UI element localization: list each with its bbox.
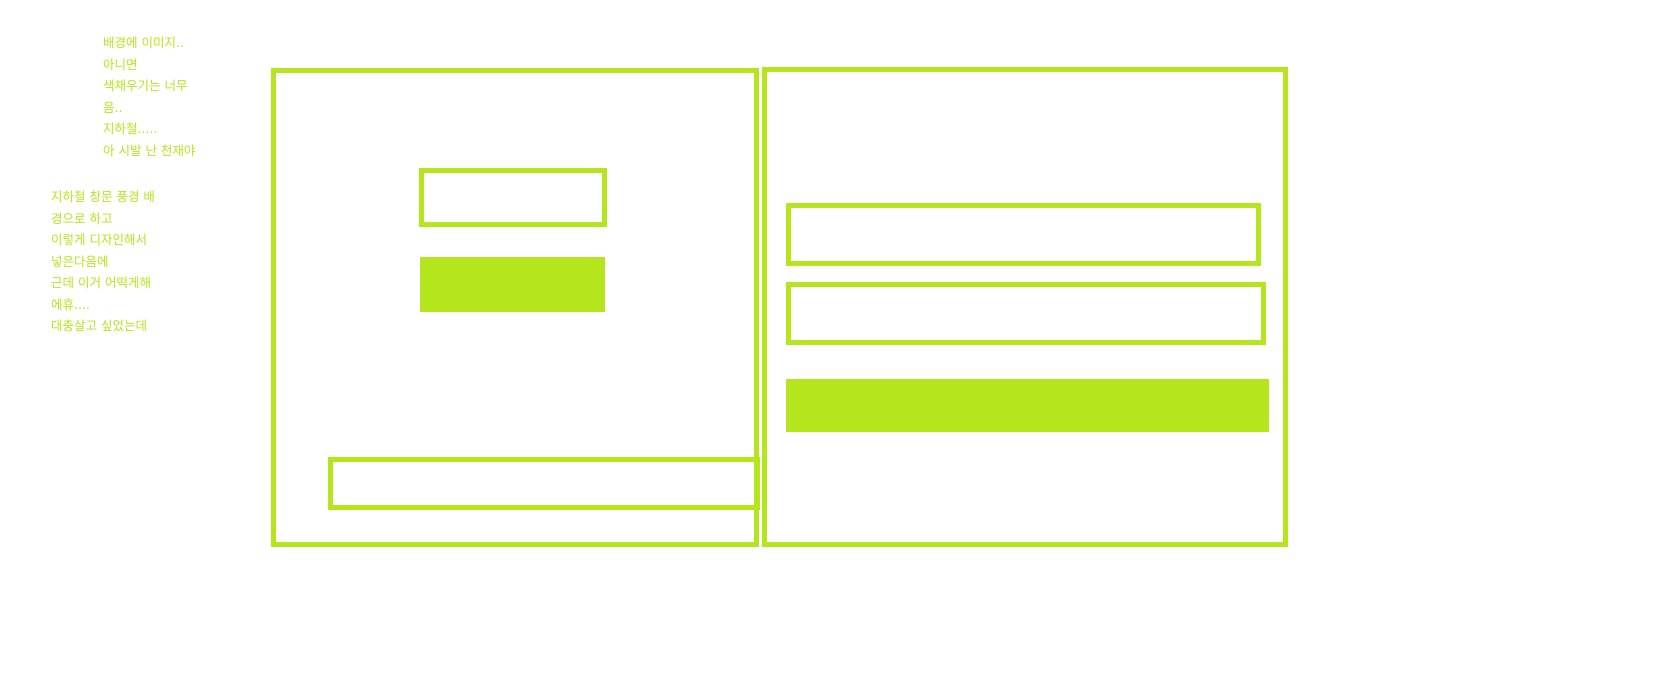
sketch-note-bottom: 지하철 창문 풍경 배 경으로 하고 이렇게 디자인해서 넣은다음에 근데 이거…	[51, 186, 155, 337]
note-line: 아니면	[103, 56, 138, 72]
note-line: 지하철 창문 풍경 배	[51, 189, 155, 204]
right-input-box-1[interactable]	[786, 203, 1261, 266]
right-input-box-2[interactable]	[786, 282, 1266, 345]
left-bottom-bar[interactable]	[328, 457, 760, 510]
note-line: 에휴....	[51, 296, 90, 312]
note-line: 이렇게 디자인해서	[51, 232, 147, 247]
note-line: 음..	[103, 99, 123, 115]
left-action-button[interactable]	[420, 257, 605, 312]
note-line: 대충살고 싶었는데	[51, 318, 147, 333]
left-input-box[interactable]	[419, 168, 607, 227]
note-line: 경으로 하고	[51, 210, 113, 226]
note-line: 지하철.....	[103, 121, 158, 136]
note-line: 넣은다음에	[51, 253, 109, 269]
sketch-note-top: 배경에 이미지.. 아니면 색채우기는 너무 음.. 지하철..... 아 시발…	[103, 32, 195, 161]
note-line: 아 시발 난 천재야	[103, 142, 196, 158]
note-line: 색채우기는 너무	[103, 78, 188, 93]
note-line: 근데 이거 어떡게해	[51, 275, 151, 290]
note-line: 배경에 이미지..	[103, 35, 184, 50]
right-action-button[interactable]	[786, 379, 1269, 432]
